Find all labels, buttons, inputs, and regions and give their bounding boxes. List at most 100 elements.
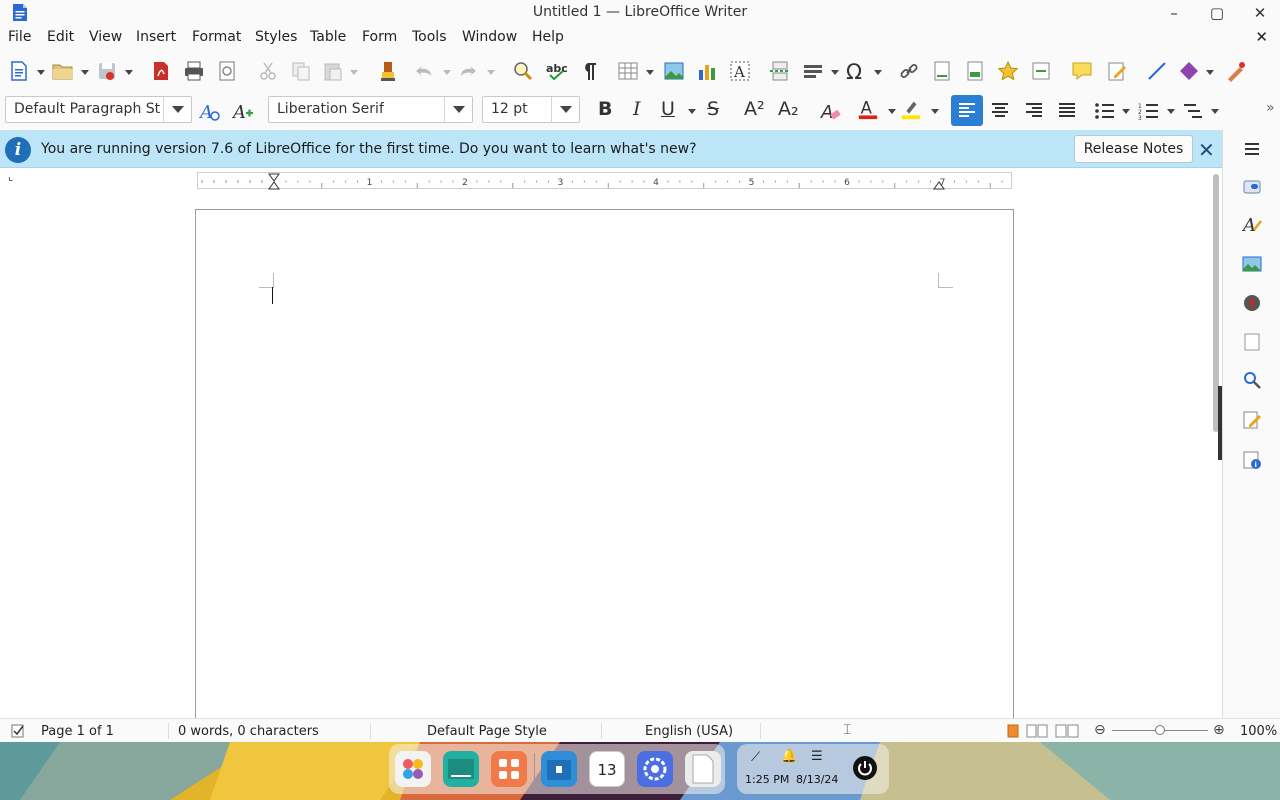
draw-functions-icon[interactable] (1225, 60, 1247, 82)
menu-format[interactable]: Format (192, 29, 241, 45)
word-count[interactable]: 0 words, 0 characters (178, 724, 319, 739)
formatting-marks-icon[interactable] (578, 60, 600, 82)
paragraph-style-combo[interactable]: Default Paragraph St (5, 96, 192, 123)
style-inspector-icon[interactable] (1242, 370, 1262, 390)
gallery-icon[interactable] (1242, 254, 1262, 274)
open-folder-icon[interactable] (52, 60, 74, 82)
update-style-icon[interactable]: A (199, 100, 221, 122)
table-dropdown-icon[interactable] (646, 70, 654, 75)
multi-page-view-icon[interactable] (1026, 724, 1048, 738)
book-view-icon[interactable] (1055, 724, 1079, 738)
single-page-view-icon[interactable] (1006, 724, 1020, 738)
language[interactable]: English (USA) (645, 724, 733, 739)
open-dropdown-icon[interactable] (81, 70, 89, 75)
bold-button[interactable]: B (598, 98, 612, 120)
insert-textbox-icon[interactable]: A (729, 60, 751, 82)
ordered-list-icon[interactable]: 123 (1138, 101, 1160, 121)
new-style-icon[interactable]: A (232, 100, 254, 122)
undo-dropdown-icon[interactable] (443, 70, 451, 75)
track-changes-icon[interactable] (1106, 60, 1128, 82)
insert-chart-icon[interactable] (696, 60, 718, 82)
bookmark-icon[interactable] (997, 60, 1019, 82)
justify-icon[interactable] (1057, 101, 1077, 121)
app-launcher-icon[interactable] (395, 751, 431, 787)
unordered-list-dropdown-icon[interactable] (1122, 109, 1130, 114)
special-character-icon[interactable]: Ω (845, 60, 867, 82)
font-color-icon[interactable]: A (857, 98, 879, 120)
close-infobar-icon[interactable]: ✕ (1198, 138, 1215, 162)
manage-changes-icon[interactable] (1242, 410, 1262, 430)
menu-file[interactable]: File (8, 29, 31, 45)
release-notes-button[interactable]: Release Notes (1074, 135, 1193, 163)
superscript-button[interactable]: A² (744, 98, 765, 120)
page-break-icon[interactable] (769, 60, 791, 82)
document-area[interactable]: ⌞ 1234567 (0, 168, 1222, 729)
network-icon[interactable]: ⟋ (751, 750, 760, 765)
find-replace-icon[interactable] (512, 60, 534, 82)
menu-table[interactable]: Table (310, 29, 346, 45)
basic-shapes-icon[interactable] (1178, 60, 1200, 82)
close-window-button[interactable]: ✕ (1249, 3, 1271, 23)
chevron-down-icon[interactable] (163, 97, 191, 122)
copy-icon[interactable] (290, 60, 312, 82)
print-preview-icon[interactable] (216, 60, 238, 82)
print-icon[interactable] (183, 60, 205, 82)
insert-comment-icon[interactable] (1071, 60, 1093, 82)
align-left-button[interactable] (951, 95, 983, 126)
redo-dropdown-icon[interactable] (487, 70, 495, 75)
paste-icon[interactable] (322, 60, 344, 82)
cut-icon[interactable] (257, 60, 279, 82)
italic-button[interactable]: I (633, 98, 641, 120)
export-pdf-icon[interactable] (150, 60, 172, 82)
styles-icon[interactable]: A (1242, 214, 1262, 234)
font-color-dropdown-icon[interactable] (888, 109, 896, 114)
insert-table-icon[interactable] (617, 60, 639, 82)
control-center-icon[interactable]: ☰ (811, 749, 823, 764)
field-dropdown-icon[interactable] (831, 70, 839, 75)
cross-reference-icon[interactable] (1030, 60, 1052, 82)
properties-icon[interactable] (1242, 177, 1262, 197)
chevron-down-icon[interactable] (444, 97, 472, 122)
terminal-icon[interactable] (443, 751, 479, 787)
special-char-dropdown-icon[interactable] (874, 70, 882, 75)
align-center-icon[interactable] (990, 101, 1010, 121)
save-dropdown-icon[interactable] (125, 70, 133, 75)
menu-styles[interactable]: Styles (255, 29, 297, 45)
zoom-level[interactable]: 100% (1240, 724, 1277, 739)
zoom-in-icon[interactable]: ⊕ (1213, 722, 1225, 738)
menu-tools[interactable]: Tools (412, 29, 447, 45)
zoom-out-icon[interactable]: ⊖ (1094, 722, 1106, 738)
app-store-icon[interactable] (491, 751, 527, 787)
insert-image-icon[interactable] (663, 60, 685, 82)
insert-mode-icon[interactable]: ⌶ (843, 722, 851, 738)
clear-formatting-icon[interactable]: A (820, 100, 842, 122)
clock-date[interactable]: 8/13/24 (796, 773, 838, 786)
maximize-button[interactable]: ▢ (1206, 3, 1228, 23)
menu-form[interactable]: Form (362, 29, 397, 45)
menu-help[interactable]: Help (532, 29, 564, 45)
navigator-icon[interactable] (1242, 293, 1262, 313)
paste-dropdown-icon[interactable] (350, 70, 358, 75)
calendar-icon[interactable]: 13 (589, 751, 625, 787)
save-icon[interactable] (96, 60, 118, 82)
notification-bell-icon[interactable]: 🔔 (781, 749, 797, 764)
highlight-color-icon[interactable] (900, 98, 922, 120)
font-name-combo[interactable]: Liberation Serif (268, 96, 473, 123)
new-document-icon[interactable] (8, 60, 30, 82)
menu-edit[interactable]: Edit (47, 29, 74, 45)
outline-dropdown-icon[interactable] (1211, 109, 1219, 114)
endnote-icon[interactable] (964, 60, 986, 82)
tab-stop-type-icon[interactable]: ⌞ (8, 170, 13, 183)
unordered-list-icon[interactable] (1094, 101, 1116, 121)
undo-icon[interactable] (413, 60, 435, 82)
footnote-icon[interactable] (931, 60, 953, 82)
page-icon[interactable] (1242, 332, 1262, 352)
horizontal-ruler[interactable]: 1234567 (197, 172, 1012, 190)
subscript-button[interactable]: A₂ (778, 98, 799, 120)
highlight-dropdown-icon[interactable] (931, 109, 939, 114)
sidebar-collapse-handle[interactable] (1218, 386, 1222, 460)
file-manager-icon[interactable] (541, 751, 577, 787)
new-dropdown-icon[interactable] (37, 70, 45, 75)
chevron-down-icon[interactable] (551, 97, 579, 122)
design-icon[interactable]: i (1242, 450, 1262, 470)
